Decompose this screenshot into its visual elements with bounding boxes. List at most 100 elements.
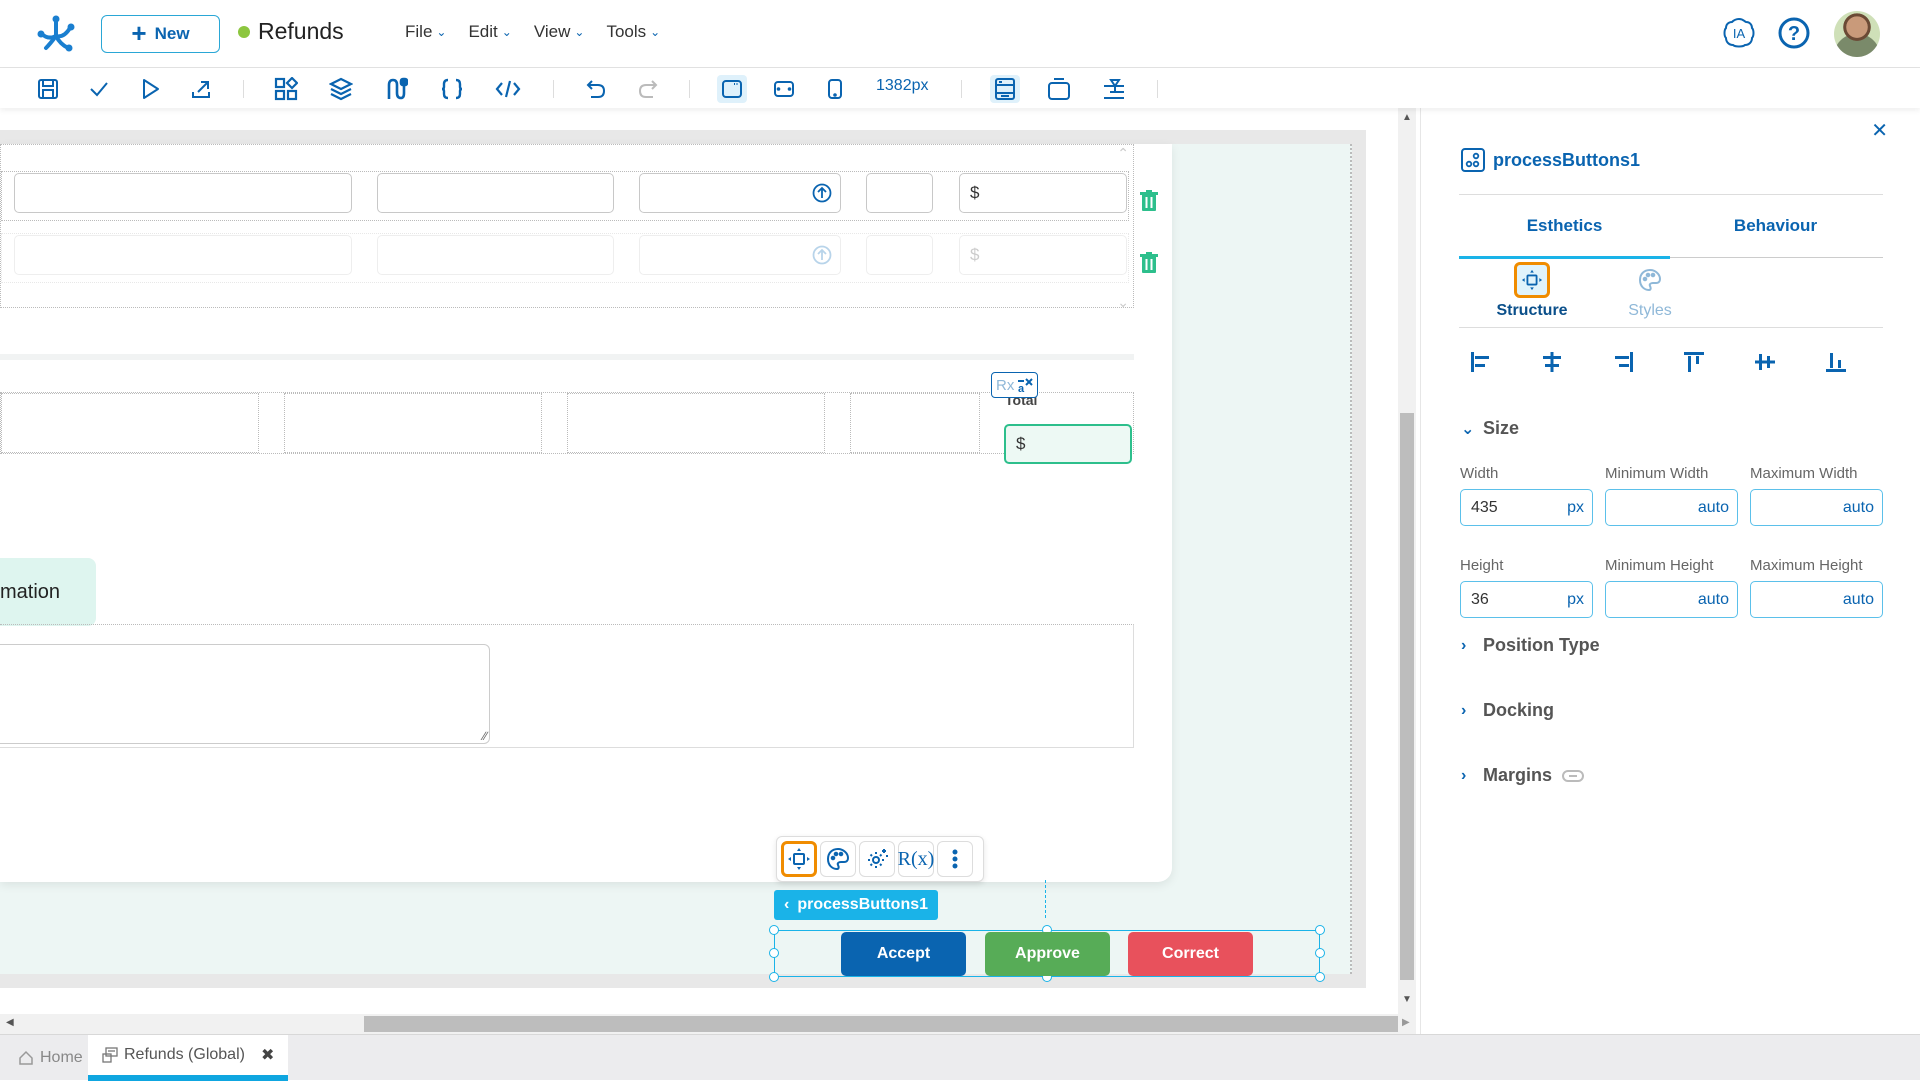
menu-tools[interactable]: Tools ⌄: [606, 22, 660, 42]
grid-cell-input[interactable]: [14, 235, 352, 275]
resize-handle-icon[interactable]: ∕∕: [483, 729, 487, 743]
chevron-down-icon: ⌄: [436, 25, 447, 39]
undo-icon[interactable]: [581, 75, 611, 103]
total-amount-input[interactable]: $: [1004, 424, 1132, 464]
resize-handle[interactable]: [1315, 925, 1325, 935]
delete-row-icon[interactable]: [1140, 252, 1158, 274]
ai-assistant-icon[interactable]: IA: [1721, 15, 1757, 51]
play-icon[interactable]: [135, 75, 165, 103]
scroll-down-icon[interactable]: ▼: [1402, 994, 1412, 1005]
user-avatar[interactable]: [1834, 11, 1880, 57]
braces-icon[interactable]: [437, 75, 467, 103]
section-size[interactable]: ⌄ Size: [1461, 418, 1519, 439]
resize-handle[interactable]: [769, 972, 779, 982]
scroll-left-icon[interactable]: ◀: [6, 1017, 14, 1028]
rx-icon[interactable]: R(x): [898, 841, 934, 877]
resize-handle[interactable]: [1315, 948, 1325, 958]
layers-icon[interactable]: [326, 75, 356, 103]
structure-icon[interactable]: [781, 841, 817, 877]
upload-icon[interactable]: [812, 245, 832, 265]
components-icon[interactable]: [271, 75, 301, 103]
resize-handle[interactable]: [1315, 972, 1325, 982]
align-left-icon[interactable]: [1467, 348, 1495, 376]
subtab-styles[interactable]: Styles: [1605, 262, 1695, 320]
accept-button[interactable]: Accept: [841, 932, 966, 976]
width-input[interactable]: 435 px: [1460, 489, 1593, 526]
section-docking[interactable]: › Docking: [1461, 700, 1554, 721]
height-unit[interactable]: px: [1567, 591, 1584, 609]
tablet-view-icon[interactable]: [769, 75, 799, 103]
app-header: + New Refunds File ⌄ Edit ⌄ View ⌄ Tools ⌄ I…: [0, 0, 1920, 68]
max-width-input[interactable]: auto: [1750, 489, 1883, 526]
resize-handle[interactable]: [769, 948, 779, 958]
tab-behaviour[interactable]: Behaviour: [1670, 216, 1881, 236]
grid-cell-input[interactable]: [14, 173, 352, 213]
section-tab-information[interactable]: mation: [0, 558, 96, 626]
align-center-vertical-icon[interactable]: [1751, 348, 1779, 376]
more-options-icon[interactable]: [937, 841, 973, 877]
scroll-up-icon[interactable]: ▲: [1402, 112, 1412, 123]
approve-button[interactable]: Approve: [985, 932, 1110, 976]
desktop-view-icon[interactable]: [717, 75, 747, 103]
grid-scroll-down-icon[interactable]: ⌄: [1117, 294, 1129, 311]
mobile-view-icon[interactable]: [820, 75, 850, 103]
min-width-input[interactable]: auto: [1605, 489, 1738, 526]
export-icon[interactable]: [186, 75, 216, 103]
grid-scroll-up-icon[interactable]: ⌃: [1117, 145, 1129, 162]
close-tab-icon[interactable]: ✖: [261, 1045, 274, 1065]
flows-icon[interactable]: [381, 75, 411, 103]
menu-edit[interactable]: Edit ⌄: [468, 22, 511, 42]
menu-view[interactable]: View ⌄: [534, 22, 585, 42]
design-canvas[interactable]: ⌃ ⌄ $ $ Total Rx a $ mation ∕∕: [0, 108, 1404, 1014]
scroll-right-icon[interactable]: ▶: [1402, 1017, 1410, 1028]
section-margins[interactable]: › Margins: [1461, 765, 1585, 786]
align-top-icon[interactable]: [1680, 348, 1708, 376]
grid-cell-input[interactable]: [377, 235, 614, 275]
menu-file[interactable]: File ⌄: [405, 22, 446, 42]
subtab-structure[interactable]: Structure: [1487, 262, 1577, 320]
vertical-scroll-thumb[interactable]: [1400, 413, 1414, 980]
grid-cell-amount[interactable]: $: [959, 235, 1127, 275]
layout-icon[interactable]: [990, 75, 1020, 103]
redo-icon[interactable]: [633, 75, 663, 103]
close-icon[interactable]: ✕: [1871, 118, 1888, 143]
grid-cell-upload[interactable]: [639, 235, 841, 275]
tab-esthetics[interactable]: Esthetics: [1459, 216, 1670, 236]
grid-cell-amount[interactable]: $: [959, 173, 1127, 213]
resize-handle[interactable]: [769, 925, 779, 935]
save-icon[interactable]: [33, 75, 63, 103]
align-center-horizontal-icon[interactable]: [1538, 348, 1566, 376]
grid-cell-input[interactable]: [866, 235, 933, 275]
selected-component-tag[interactable]: ‹ processButtons1: [774, 890, 939, 920]
tab-refunds-global[interactable]: Refunds (Global) ✖: [88, 1035, 289, 1081]
link-icon[interactable]: [1562, 769, 1585, 782]
grid-cell-input[interactable]: [866, 173, 933, 213]
settings-icon[interactable]: [859, 841, 895, 877]
palette-icon[interactable]: [820, 841, 856, 877]
align-right-icon[interactable]: [1609, 348, 1637, 376]
check-icon[interactable]: [84, 75, 114, 103]
formula-badge[interactable]: Rx a: [991, 372, 1039, 398]
app-logo[interactable]: [36, 14, 76, 54]
notes-textarea[interactable]: ∕∕: [0, 644, 490, 744]
toolbar-divider: [961, 80, 962, 98]
max-height-input[interactable]: auto: [1750, 581, 1883, 618]
grid-cell-upload[interactable]: [639, 173, 841, 213]
width-unit[interactable]: px: [1567, 499, 1584, 517]
tab-home[interactable]: Home: [12, 1035, 89, 1081]
new-button[interactable]: + New: [101, 15, 220, 53]
dock-icon[interactable]: [1099, 75, 1129, 103]
container-icon[interactable]: [1044, 75, 1074, 103]
height-input[interactable]: 36 px: [1460, 581, 1593, 618]
correct-button[interactable]: Correct: [1128, 932, 1253, 976]
delete-row-icon[interactable]: [1140, 190, 1158, 212]
detail-grid[interactable]: ⌃ ⌄ $ $: [0, 144, 1134, 311]
min-height-input[interactable]: auto: [1605, 581, 1738, 618]
code-icon[interactable]: [493, 75, 523, 103]
align-bottom-icon[interactable]: [1822, 348, 1850, 376]
horizontal-scroll-thumb[interactable]: [364, 1016, 1398, 1032]
help-icon[interactable]: ?: [1776, 15, 1812, 51]
upload-icon[interactable]: [812, 183, 832, 203]
grid-cell-input[interactable]: [377, 173, 614, 213]
section-position-type[interactable]: › Position Type: [1461, 635, 1600, 656]
